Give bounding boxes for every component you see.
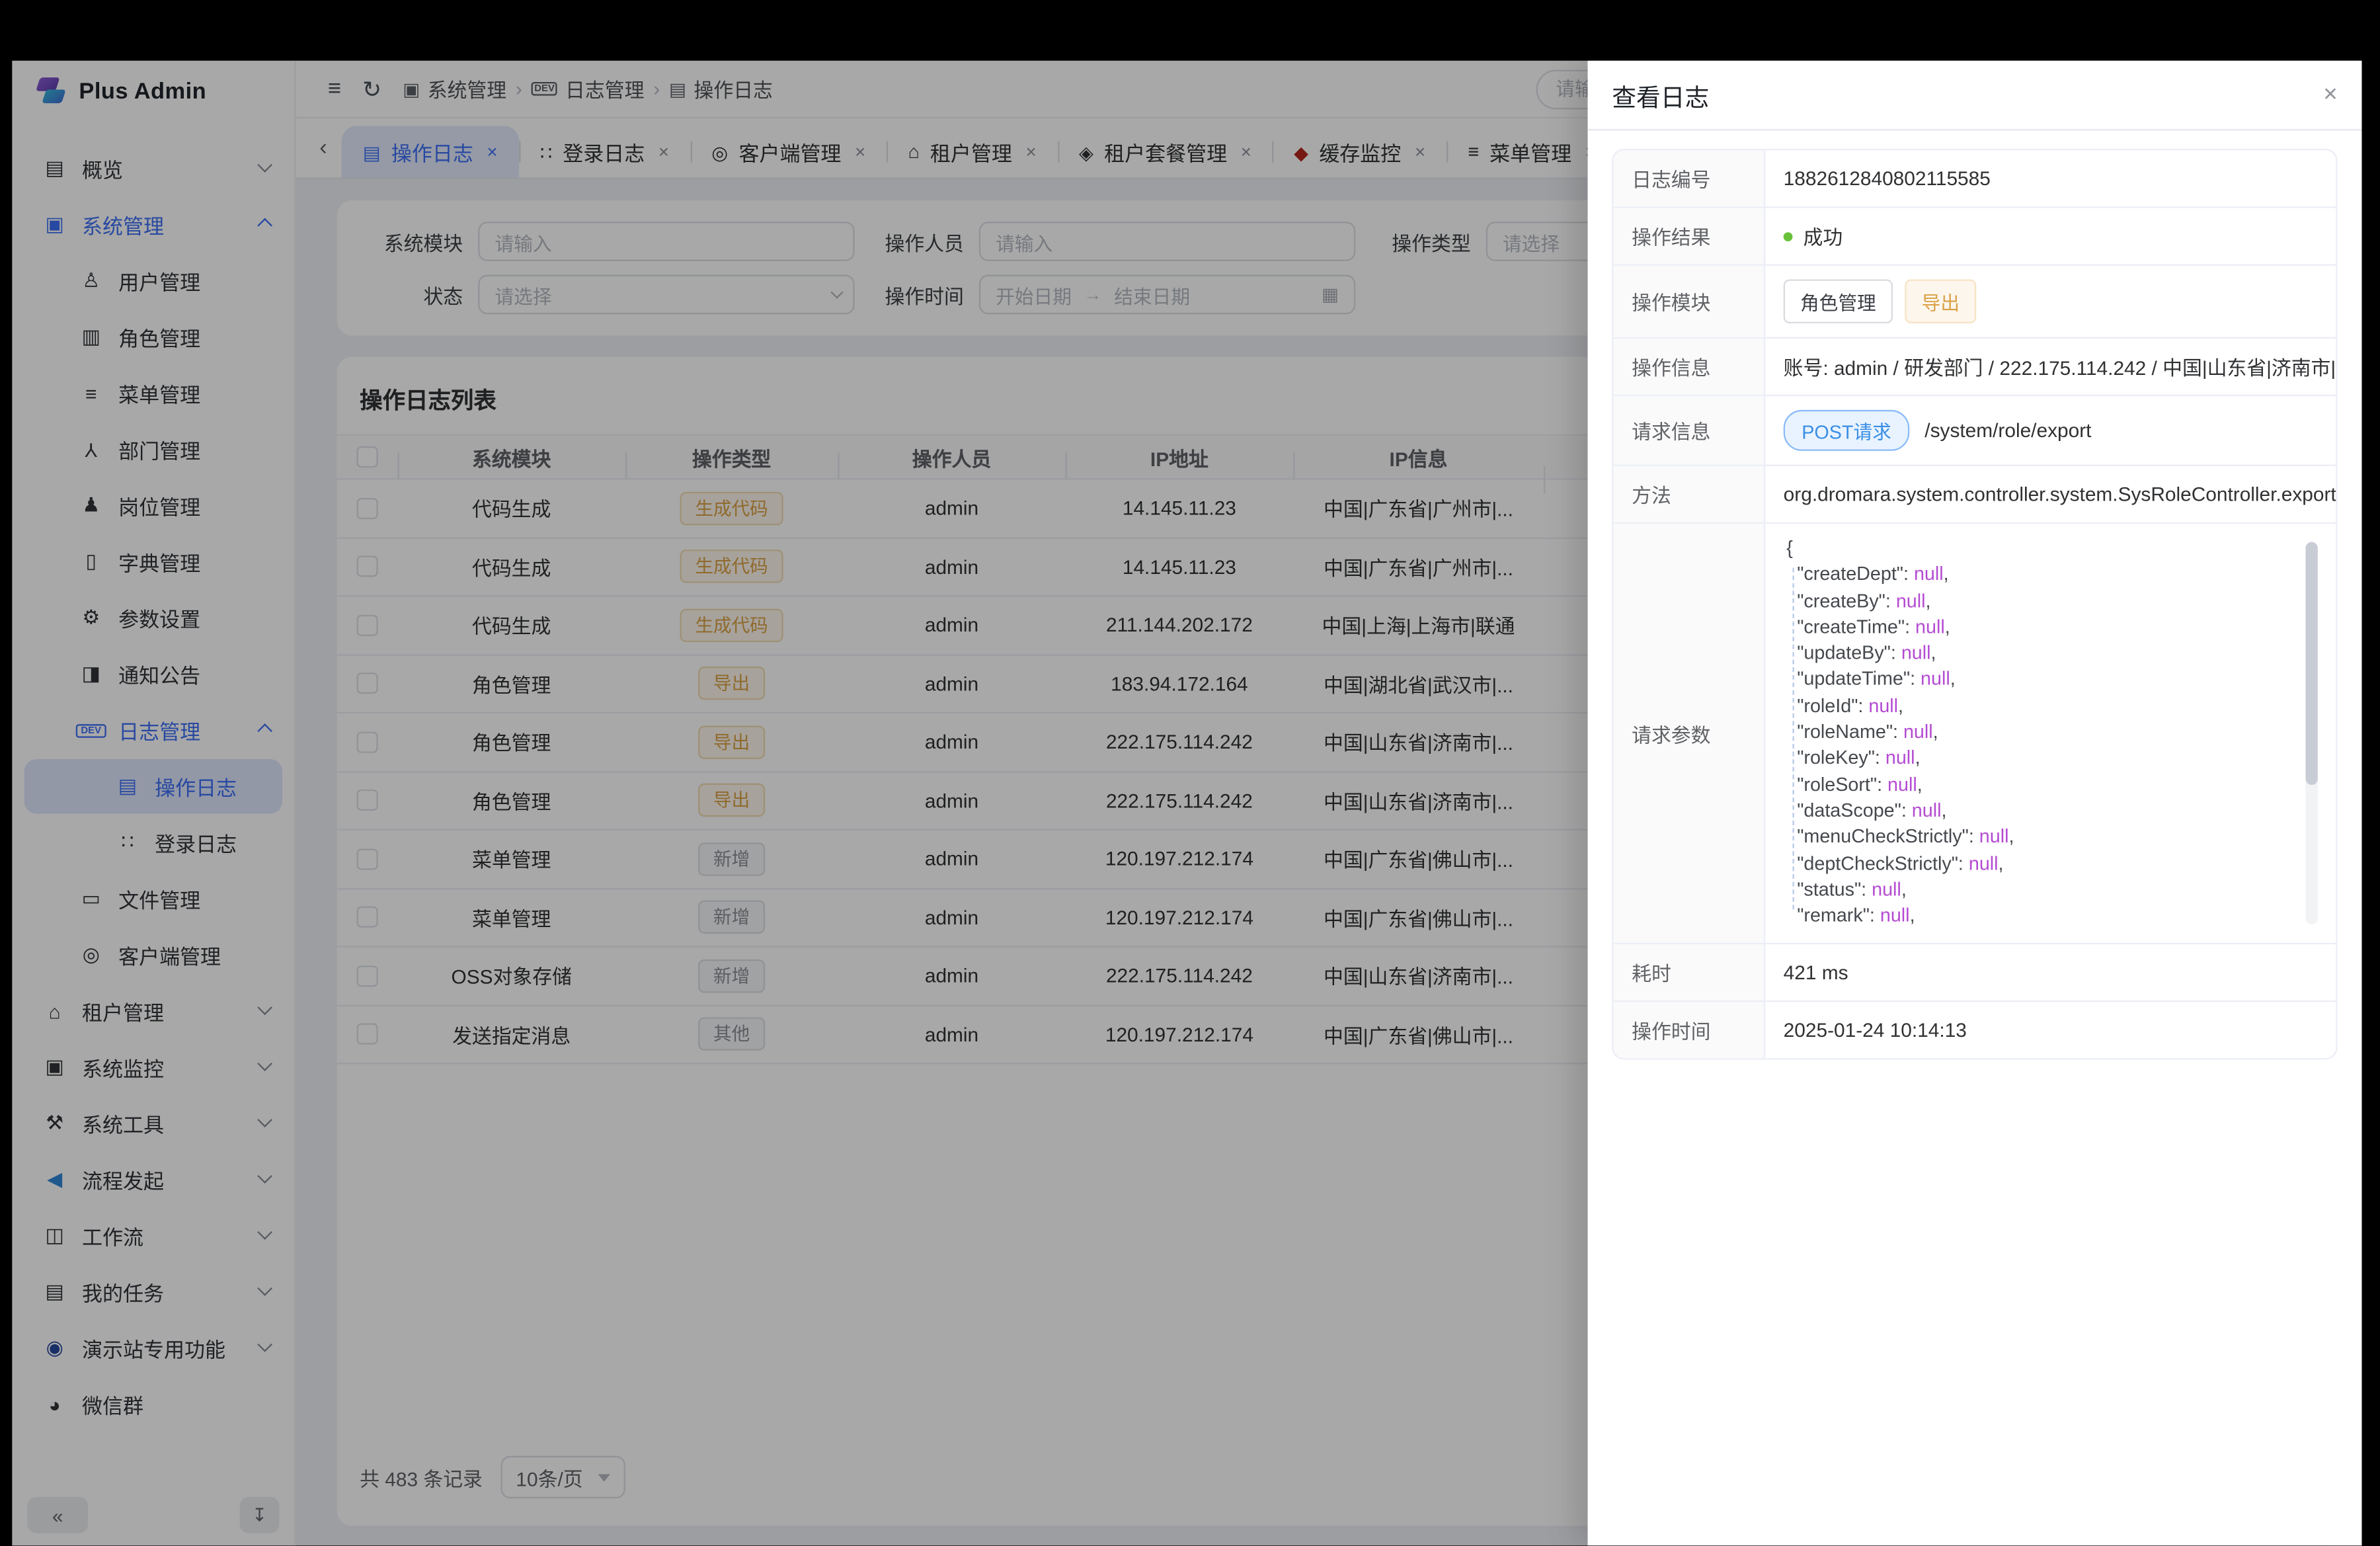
request-params-json[interactable]: { "createDept": null, "createBy": null, … bbox=[1780, 536, 2320, 930]
scrollbar-thumb[interactable] bbox=[2305, 542, 2317, 785]
log-id-value: 1882612840802115585 bbox=[1765, 150, 2336, 206]
result-value: 成功 bbox=[1804, 222, 1843, 251]
detail-label: 耗时 bbox=[1614, 944, 1766, 1000]
json-line: "createDept": null, bbox=[1786, 562, 2320, 589]
json-line: "updateBy": null, bbox=[1786, 641, 2320, 667]
detail-row: 方法 org.dromara.system.controller.system.… bbox=[1614, 465, 2336, 522]
drawer-title: 查看日志 bbox=[1612, 77, 1709, 113]
duration-value: 421 ms bbox=[1765, 944, 2336, 1000]
detail-row: 操作模块 角色管理 导出 bbox=[1614, 264, 2336, 337]
detail-row: 请求参数 { "createDept": null, "createBy": n… bbox=[1614, 522, 2336, 943]
detail-row: 操作时间 2025-01-24 10:14:13 bbox=[1614, 1000, 2336, 1058]
json-line: "deptCheckStrictly": null, bbox=[1786, 851, 2320, 877]
screen: Plus Admin ▤ 概览 ▣ 系统管理 bbox=[0, 0, 2380, 1546]
detail-row: 请求信息 POST请求 /system/role/export bbox=[1614, 395, 2336, 465]
json-line: "remark": null, bbox=[1786, 903, 2320, 930]
operation-info-value: 账号: admin / 研发部门 / 222.175.114.242 / 中国|… bbox=[1765, 339, 2336, 395]
scrollbar-track[interactable] bbox=[2305, 542, 2317, 925]
operation-time-value: 2025-01-24 10:14:13 bbox=[1765, 1002, 2336, 1058]
detail-label: 请求参数 bbox=[1614, 524, 1766, 943]
json-line: "roleKey": null, bbox=[1786, 746, 2320, 772]
detail-label: 操作时间 bbox=[1614, 1002, 1766, 1058]
detail-label: 操作模块 bbox=[1614, 266, 1766, 337]
detail-row: 日志编号 1882612840802115585 bbox=[1614, 150, 2336, 206]
detail-row: 操作信息 账号: admin / 研发部门 / 222.175.114.242 … bbox=[1614, 337, 2336, 395]
drawer-header: 查看日志 × bbox=[1588, 61, 2362, 131]
json-line: "roleName": null, bbox=[1786, 719, 2320, 746]
json-line: "createBy": null, bbox=[1786, 589, 2320, 615]
json-line: "menuCheckStrictly": null, bbox=[1786, 825, 2320, 851]
module-tag: 角色管理 bbox=[1784, 279, 1893, 323]
json-line: "roleId": null, bbox=[1786, 694, 2320, 720]
module-tag: 导出 bbox=[1905, 279, 1976, 323]
detail-label: 日志编号 bbox=[1614, 150, 1766, 206]
detail-row: 耗时 421 ms bbox=[1614, 943, 2336, 1000]
json-line: "roleSort": null, bbox=[1786, 772, 2320, 799]
json-line: "updateTime": null, bbox=[1786, 667, 2320, 694]
success-dot-icon bbox=[1784, 231, 1793, 241]
log-detail-table: 日志编号 1882612840802115585 操作结果 成功 操作模块 角色… bbox=[1612, 149, 2337, 1060]
log-detail-drawer: 查看日志 × 日志编号 1882612840802115585 操作结果 成功 … bbox=[1588, 61, 2362, 1545]
request-url-value: /system/role/export bbox=[1924, 419, 2091, 442]
detail-row: 操作结果 成功 bbox=[1614, 206, 2336, 264]
detail-label: 请求信息 bbox=[1614, 396, 1766, 464]
json-line: "createTime": null, bbox=[1786, 615, 2320, 641]
json-line: { bbox=[1786, 536, 2320, 562]
drawer-body: 日志编号 1882612840802115585 操作结果 成功 操作模块 角色… bbox=[1588, 130, 2362, 1545]
indent-guide bbox=[1792, 568, 1794, 910]
detail-label: 操作信息 bbox=[1614, 339, 1766, 395]
detail-label: 操作结果 bbox=[1614, 208, 1766, 264]
method-value: org.dromara.system.controller.system.Sys… bbox=[1765, 466, 2336, 522]
json-line: "dataScope": null, bbox=[1786, 799, 2320, 825]
post-method-badge: POST请求 bbox=[1784, 410, 1910, 451]
detail-label: 方法 bbox=[1614, 466, 1766, 522]
close-icon[interactable]: × bbox=[2323, 81, 2337, 108]
json-line: "status": null, bbox=[1786, 877, 2320, 904]
